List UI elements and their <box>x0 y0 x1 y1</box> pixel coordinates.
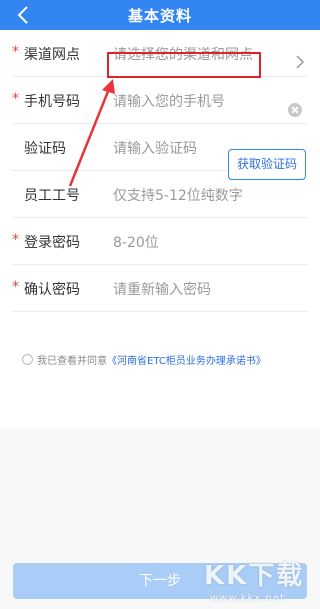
watermark-logo: KK下载 www.kkx.net <box>204 555 320 609</box>
required-mark: * <box>12 44 19 60</box>
agreement-row: 我已查看并同意《河南省ETC柜员业务办理承诺书》 <box>0 342 320 372</box>
employee-id-input[interactable]: 仅支持5-12位纯数字 <box>113 185 243 205</box>
phone-input[interactable]: 请输入您的手机号 <box>113 91 225 111</box>
watermark-logo-text: KK下载 <box>204 561 305 591</box>
code-label: 验证码 <box>24 141 66 157</box>
agreement-prefix: 我已查看并同意 <box>37 356 107 367</box>
password-input[interactable]: 8-20位 <box>113 232 159 252</box>
highlight-box <box>107 52 261 78</box>
required-mark: * <box>12 91 19 107</box>
agreement-link[interactable]: 《河南省ETC柜员业务办理承诺书》 <box>107 356 266 367</box>
phone-row: * 手机号码 请输入您的手机号 <box>0 77 320 124</box>
watermark-url: www.kkx.net <box>210 593 285 604</box>
top-bar: 基本资料 <box>0 0 320 30</box>
channel-label: 渠道网点 <box>24 47 80 63</box>
confirm-password-row: * 确认密码 请重新输入密码 <box>0 265 320 312</box>
chevron-right-icon[interactable] <box>294 54 306 70</box>
required-mark: * <box>12 232 19 248</box>
password-label: 登录密码 <box>24 235 80 251</box>
page-title: 基本资料 <box>127 7 192 25</box>
password-row: * 登录密码 8-20位 <box>0 218 320 265</box>
confirm-password-input[interactable]: 请重新输入密码 <box>113 279 211 299</box>
clear-icon[interactable] <box>288 103 302 117</box>
code-input[interactable]: 请输入验证码 <box>113 138 197 158</box>
agreement-text: 我已查看并同意《河南省ETC柜员业务办理承诺书》 <box>37 352 266 367</box>
phone-label: 手机号码 <box>24 94 80 110</box>
required-mark: * <box>12 279 19 295</box>
confirm-password-label: 确认密码 <box>24 282 80 298</box>
employee-id-label: 员工工号 <box>24 188 80 204</box>
agree-radio[interactable] <box>22 354 33 365</box>
get-code-button[interactable]: 获取验证码 <box>228 149 306 180</box>
